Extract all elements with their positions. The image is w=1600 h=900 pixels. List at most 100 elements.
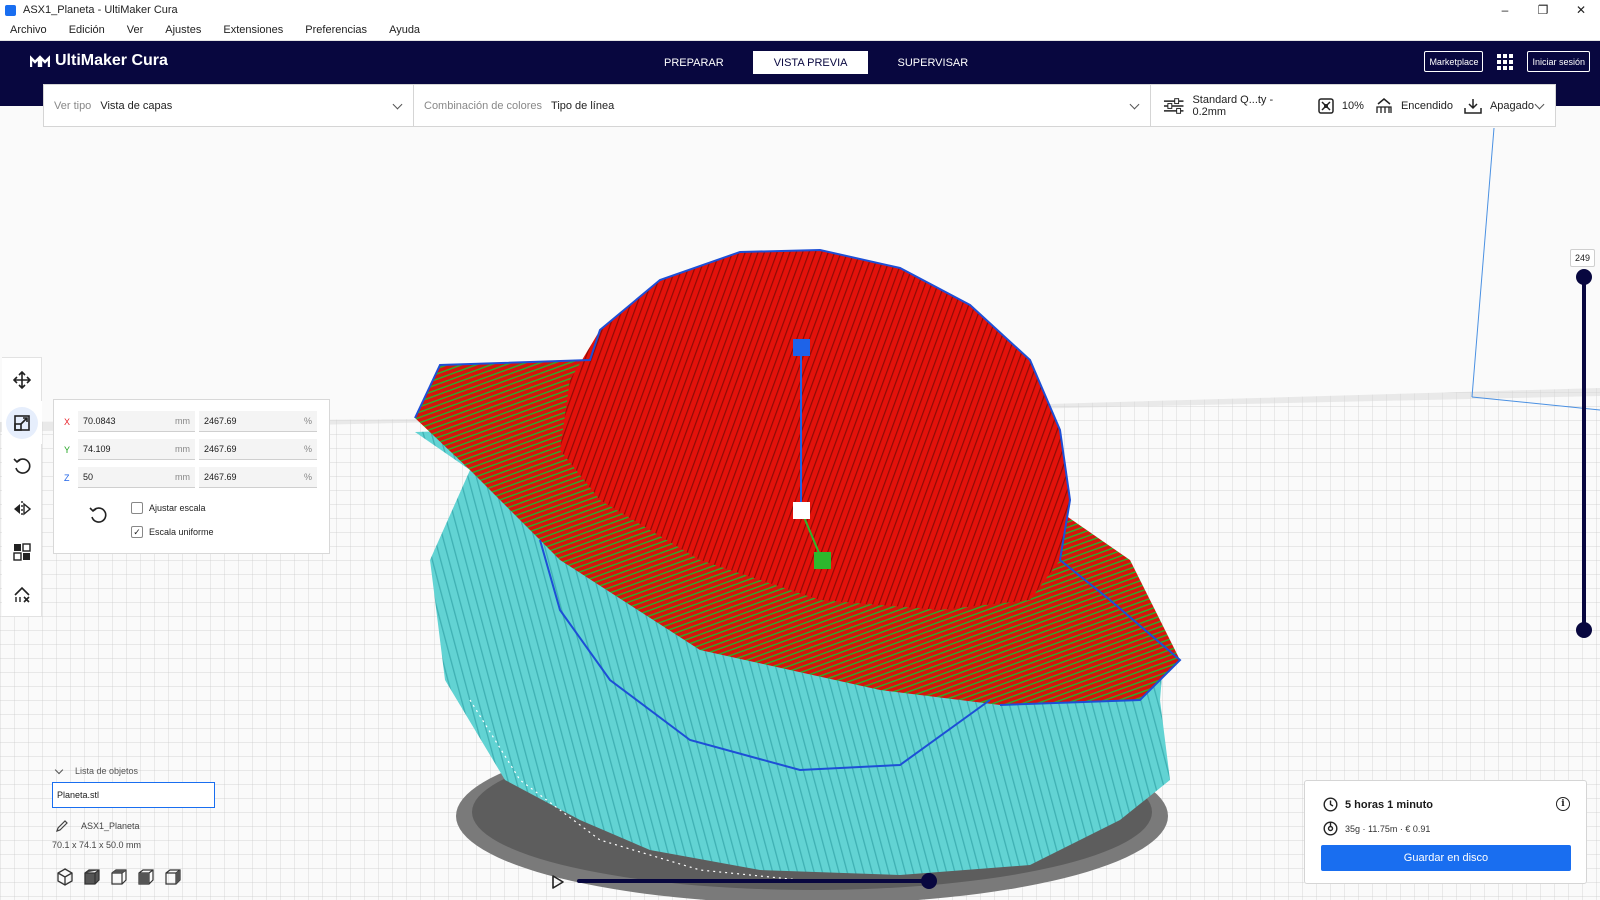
scale-row-z: Z 50 mm 2467.69 %	[64, 467, 321, 488]
layer-slider-lower-handle[interactable]	[1576, 622, 1592, 638]
menu-ajustes[interactable]: Ajustes	[165, 24, 201, 36]
scale-z-percent-value: 2467.69	[204, 472, 237, 482]
move-tool[interactable]	[2, 358, 42, 401]
job-name: ASX1_Planeta	[81, 821, 140, 831]
pencil-icon	[56, 820, 68, 832]
checkbox-checked-icon: ✓	[131, 526, 143, 538]
per-model-settings-icon	[13, 542, 31, 561]
tab-vista-previa[interactable]: VISTA PREVIA	[752, 51, 869, 74]
menu-ayuda[interactable]: Ayuda	[389, 24, 420, 36]
preview-toolbar: Ver tipo Vista de capas Combinación de c…	[43, 84, 1556, 127]
material-estimate: 35g · 11.75m · € 0.91	[1345, 823, 1431, 834]
scale-z-percent-input[interactable]: 2467.69 %	[199, 467, 317, 488]
sliders-icon	[1163, 97, 1184, 114]
scale-x-mm-input[interactable]: 70.0843 mm	[78, 411, 195, 432]
layer-slider-track[interactable]	[1582, 277, 1586, 629]
object-file-name: Planeta.stl	[57, 790, 100, 800]
object-list: Lista de objetos Planeta.stl ASX1_Planet…	[52, 765, 215, 850]
scale-row-y: Y 74.109 mm 2467.69 %	[64, 439, 321, 460]
unit-percent: %	[303, 472, 312, 482]
save-to-disk-button[interactable]: Guardar en disco	[1321, 845, 1571, 871]
view-type-label: Ver tipo	[54, 99, 92, 112]
mirror-icon	[14, 500, 31, 517]
job-name-row[interactable]: ASX1_Planeta	[52, 820, 215, 832]
marketplace-button[interactable]: Marketplace	[1424, 51, 1484, 72]
uniform-scaling-label: Escala uniforme	[149, 527, 214, 537]
scale-tool[interactable]	[2, 401, 42, 444]
apps-grid-icon[interactable]	[1497, 53, 1514, 70]
scale-y-percent-input[interactable]: 2467.69 %	[199, 439, 317, 460]
material-row: 35g · 11.75m · € 0.91	[1323, 821, 1430, 836]
path-slider-handle[interactable]	[921, 873, 937, 889]
unit-percent: %	[303, 444, 312, 454]
unit-mm: mm	[175, 416, 190, 426]
view-left-icon[interactable]	[137, 868, 155, 886]
support-blocker-icon	[14, 586, 30, 603]
scale-y-mm-input[interactable]: 74.109 mm	[78, 439, 195, 460]
menu-edicion[interactable]: Edición	[69, 24, 105, 36]
maximize-button[interactable]: ❐	[1524, 0, 1562, 20]
tab-preparar[interactable]: PREPARAR	[643, 51, 745, 74]
info-icon[interactable]: i	[1556, 797, 1570, 811]
layer-slider-upper-handle[interactable]	[1576, 269, 1592, 285]
scale-y-mm-value: 74.109	[83, 444, 111, 454]
print-time: 5 horas 1 minuto	[1345, 798, 1434, 811]
print-settings-button[interactable]: Standard Q...ty - 0.2mm 10% Encendido Ap…	[1150, 85, 1555, 126]
ultimaker-logo-icon	[30, 55, 50, 67]
scale-x-percent-input[interactable]: 2467.69 %	[199, 411, 317, 432]
view-right-icon[interactable]	[164, 868, 182, 886]
support-item: Encendido	[1375, 97, 1453, 114]
adhesion-value: Apagado	[1489, 99, 1534, 112]
axis-label-z: Z	[64, 472, 70, 483]
adhesion-item: Apagado	[1464, 98, 1534, 114]
window-title: ASX1_Planeta - UltiMaker Cura	[23, 4, 178, 16]
scale-x-mm-value: 70.0843	[83, 416, 116, 426]
menu-preferencias[interactable]: Preferencias	[305, 24, 367, 36]
print-estimate-panel: 5 horas 1 minuto i 35g · 11.75m · € 0.91…	[1304, 780, 1587, 884]
window-controls: – ❐ ✕	[1486, 0, 1600, 20]
scale-z-mm-input[interactable]: 50 mm	[78, 467, 195, 488]
reset-scale-icon[interactable]	[89, 506, 107, 524]
unit-mm: mm	[175, 472, 190, 482]
chevron-down-icon	[54, 765, 64, 774]
view-3d-icon[interactable]	[56, 868, 74, 886]
view-top-icon[interactable]	[110, 868, 128, 886]
mirror-tool[interactable]	[2, 487, 42, 530]
object-list-item[interactable]: Planeta.stl	[52, 782, 215, 808]
chevron-down-icon	[1534, 99, 1545, 110]
support-icon	[1376, 97, 1392, 113]
play-icon[interactable]	[551, 875, 565, 889]
stage-tabs: PREPARAR VISTA PREVIA SUPERVISAR	[643, 51, 997, 74]
object-list-toggle[interactable]: Lista de objetos	[52, 765, 215, 776]
clock-icon	[1323, 797, 1338, 812]
scale-y-percent-value: 2467.69	[204, 444, 237, 454]
scale-row-x: X 70.0843 mm 2467.69 %	[64, 411, 321, 432]
infill-item: 10%	[1318, 97, 1364, 114]
menu-extensiones[interactable]: Extensiones	[223, 24, 283, 36]
move-icon	[13, 370, 31, 389]
menu-ver[interactable]: Ver	[127, 24, 144, 36]
snap-scaling-checkbox[interactable]: Ajustar escala	[131, 502, 206, 514]
chevron-down-icon	[1129, 99, 1140, 110]
close-button[interactable]: ✕	[1562, 0, 1600, 20]
color-scheme-dropdown[interactable]: Combinación de colores Tipo de línea	[413, 85, 1150, 126]
path-slider-track[interactable]	[577, 879, 929, 883]
per-model-settings-tool[interactable]	[2, 530, 42, 573]
minimize-button[interactable]: –	[1486, 0, 1524, 20]
view-front-icon[interactable]	[83, 868, 101, 886]
infill-icon	[1318, 97, 1334, 114]
uniform-scaling-checkbox[interactable]: ✓ Escala uniforme	[131, 526, 214, 538]
menu-archivo[interactable]: Archivo	[10, 24, 47, 36]
support-blocker-tool[interactable]	[2, 573, 42, 616]
tool-panel	[2, 357, 42, 617]
title-bar: ASX1_Planeta - UltiMaker Cura – ❐ ✕	[0, 0, 1600, 20]
axis-label-x: X	[64, 416, 71, 427]
object-dimensions: 70.1 x 74.1 x 50.0 mm	[52, 840, 142, 850]
tab-supervisar[interactable]: SUPERVISAR	[876, 51, 989, 74]
rotate-tool[interactable]	[2, 444, 42, 487]
signin-button[interactable]: Iniciar sesión	[1527, 51, 1590, 72]
view-type-dropdown[interactable]: Ver tipo Vista de capas	[44, 85, 413, 126]
layer-number-input[interactable]: 249	[1570, 249, 1595, 267]
scale-x-percent-value: 2467.69	[204, 416, 237, 426]
spool-icon	[1323, 821, 1338, 836]
